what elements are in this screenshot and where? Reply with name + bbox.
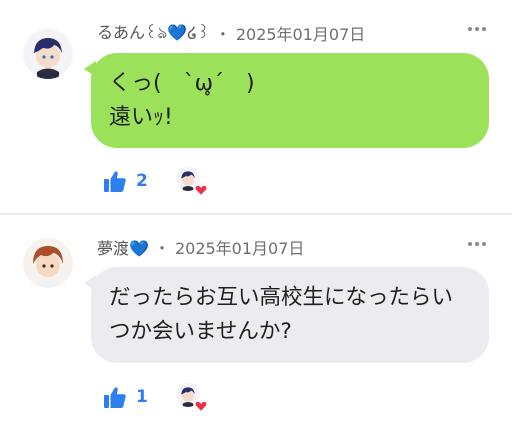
comment-text-line: だったらお互い高校生になったらい (109, 285, 454, 310)
comment-actions: 1 (103, 383, 208, 412)
comment-text-line: 遠いｯ! (109, 105, 173, 130)
comment-actions: 2 (103, 167, 208, 196)
comment-bubble: くっ( `ω̥´ ) 遠いｯ! (84, 53, 489, 148)
more-dots-icon[interactable] (468, 26, 486, 32)
comment-item: るあん꒰ঌ💙໒꒱ ・ 2025年01月07日 くっ( `ω̥´ ) 遠いｯ! 2 (0, 0, 512, 213)
comment-header: るあん꒰ঌ💙໒꒱ ・ 2025年01月07日 (97, 19, 365, 47)
like-button[interactable]: 1 (103, 385, 176, 409)
like-count: 2 (136, 171, 148, 191)
heart-icon (194, 400, 208, 412)
comment-date: 2025年01月07日 (174, 239, 305, 258)
thumbs-up-icon[interactable] (103, 385, 127, 409)
comment-bubble: だったらお互い高校生になったらい つか会いませんか? (84, 267, 489, 363)
bubble-tail (84, 61, 96, 77)
heart-icon (194, 184, 208, 196)
like-count: 1 (136, 387, 148, 407)
bubble-tail (84, 275, 96, 291)
reaction-avatar[interactable] (176, 383, 208, 412)
avatar[interactable] (23, 238, 73, 288)
like-button[interactable]: 2 (103, 169, 176, 193)
author-name[interactable]: るあん꒰ঌ💙໒꒱ (97, 19, 210, 47)
thumbs-up-icon[interactable] (103, 169, 127, 193)
author-name[interactable]: 夢渡💙 (97, 235, 149, 259)
comment-text-line: つか会いませんか? (109, 319, 292, 344)
comment-item: 夢渡💙 ・ 2025年01月07日 だったらお互い高校生になったらい つか会いま… (0, 215, 512, 425)
more-dots-icon[interactable] (468, 241, 486, 247)
comment-date: 2025年01月07日 (235, 25, 366, 44)
comment-text-line: くっ( `ω̥´ ) (109, 71, 255, 96)
comment-header: 夢渡💙 ・ 2025年01月07日 (97, 235, 304, 259)
separator-dot: ・ (214, 25, 231, 44)
avatar[interactable] (23, 29, 73, 79)
reaction-avatar[interactable] (176, 167, 208, 196)
separator-dot: ・ (153, 239, 170, 258)
